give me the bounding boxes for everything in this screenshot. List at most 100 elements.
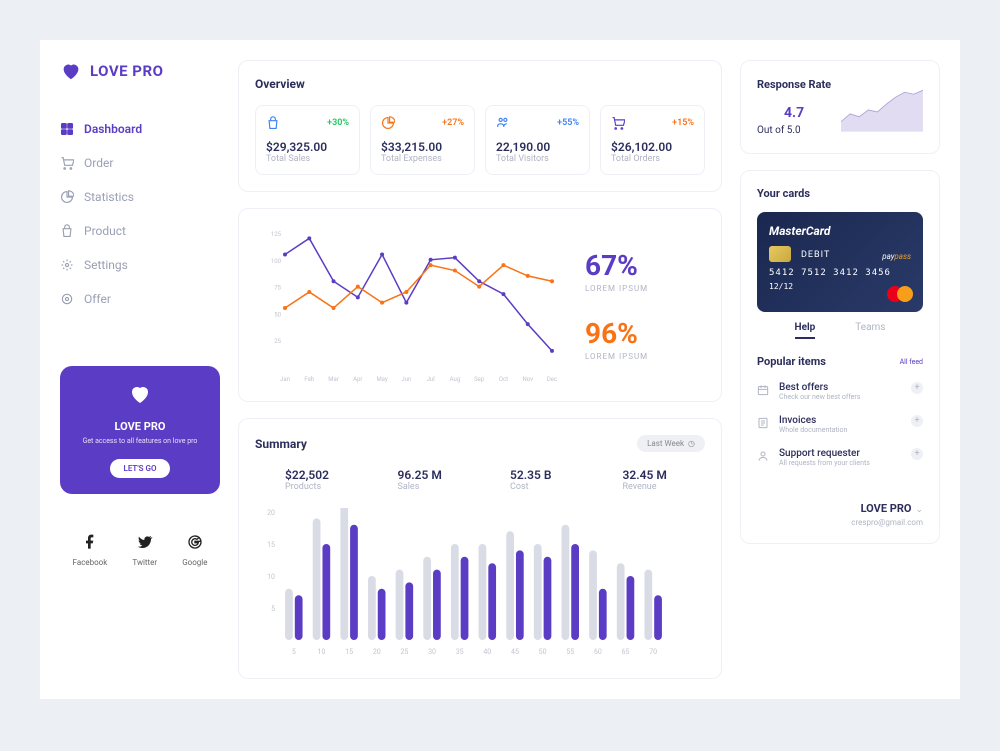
popular-list: Best offersCheck our new best offers+ Inv… [757, 382, 923, 467]
summary-metrics: $22,502Products 96.25 MSales 52.35 BCost 32… [255, 468, 705, 492]
svg-text:Sep: Sep [474, 376, 485, 383]
svg-text:Dec: Dec [547, 376, 557, 383]
heart-icon [60, 60, 82, 82]
svg-text:25: 25 [400, 648, 408, 656]
line-chart: 255075100125JanFebMarAprMayJunJulAugSepO… [255, 225, 565, 385]
cards-panel: Your cards MasterCard DEBIT 5412 7512 34… [740, 170, 940, 544]
summary-title: Summary [255, 437, 307, 451]
heart-icon [128, 382, 152, 406]
dashboard-icon [60, 122, 74, 136]
twitter-icon [137, 534, 153, 550]
item-icon [757, 384, 769, 396]
popular-item[interactable]: Support requesterAll requests from your … [757, 448, 923, 467]
google-icon [187, 534, 203, 550]
social-twitter[interactable]: Twitter [132, 534, 157, 567]
overview-card: Overview +30%$29,325.00Total Sales+27%$3… [238, 60, 722, 192]
nav-item-product[interactable]: Product [60, 224, 220, 238]
response-out: Out of 5.0 [757, 125, 831, 136]
popular-item[interactable]: InvoicesWhole documentation+ [757, 415, 923, 434]
all-feed-link[interactable]: All feed [900, 358, 923, 366]
chevron-down-icon: ⌄ [915, 505, 923, 515]
svg-text:35: 35 [456, 648, 464, 656]
logo[interactable]: LOVE PRO [60, 60, 220, 82]
cc-number: 5412 7512 3412 3456 [769, 268, 911, 278]
period-selector[interactable]: Last Week ◷ [637, 435, 705, 452]
bag-icon [60, 224, 74, 238]
nav-item-offer[interactable]: Offer [60, 292, 220, 306]
svg-text:10: 10 [318, 648, 326, 656]
promo-title: LOVE PRO [76, 420, 204, 433]
item-icon [757, 417, 769, 429]
svg-text:55: 55 [566, 648, 574, 656]
right-panel: Response Rate 4.7 Out of 5.0 Your cards … [740, 60, 940, 679]
svg-text:May: May [376, 376, 387, 383]
popular-item[interactable]: Best offersCheck our new best offers+ [757, 382, 923, 401]
nav-item-settings[interactable]: Settings [60, 258, 220, 272]
nav-item-statistics[interactable]: Statistics [60, 190, 220, 204]
credit-card[interactable]: MasterCard DEBIT 5412 7512 3412 3456 12/… [757, 212, 923, 312]
plus-icon[interactable]: + [911, 415, 923, 427]
tab-teams[interactable]: Teams [855, 322, 885, 339]
response-card: Response Rate 4.7 Out of 5.0 [740, 60, 940, 154]
svg-text:Aug: Aug [450, 376, 461, 383]
svg-text:Mar: Mar [328, 376, 339, 383]
paypass-label: paypass [882, 252, 911, 261]
target-icon [60, 292, 74, 306]
pie-icon [60, 190, 74, 204]
kpi-total-sales: +30%$29,325.00Total Sales [255, 105, 360, 175]
profile[interactable]: LOVE PRO ⌄ crespro@gmail.com [757, 497, 923, 527]
svg-text:65: 65 [622, 648, 630, 656]
sidebar: LOVE PRO Dashboard Order Statistics Product… [60, 60, 220, 679]
svg-text:10: 10 [267, 573, 275, 581]
facebook-icon [82, 534, 98, 550]
plus-icon[interactable]: + [911, 382, 923, 394]
trend-card: 255075100125JanFebMarAprMayJunJulAugSepO… [238, 208, 722, 402]
svg-text:Oct: Oct [499, 376, 508, 383]
promo-subtitle: Get access to all features on love pro [76, 437, 204, 446]
plus-icon[interactable]: + [911, 448, 923, 460]
logo-text: LOVE PRO [90, 62, 163, 80]
kpi-icon [381, 116, 395, 130]
social-google[interactable]: Google [182, 534, 207, 567]
tab-help[interactable]: Help [795, 322, 816, 339]
kpi-total-orders: +15%$26,102.00Total Orders [600, 105, 705, 175]
popular-title: Popular items [757, 355, 826, 368]
svg-text:20: 20 [267, 509, 275, 517]
svg-text:Jan: Jan [280, 376, 290, 383]
svg-text:20: 20 [373, 648, 381, 656]
svg-text:60: 60 [594, 648, 602, 656]
kpi-icon [611, 116, 625, 130]
svg-text:125: 125 [271, 231, 282, 238]
nav-item-order[interactable]: Order [60, 156, 220, 170]
kpi-row: +30%$29,325.00Total Sales+27%$33,215.00T… [255, 105, 705, 175]
tabs: Help Teams [757, 322, 923, 339]
area-chart [841, 77, 923, 137]
kpi-total-expenses: +27%$33,215.00Total Expenses [370, 105, 475, 175]
svg-text:Jul: Jul [427, 376, 435, 383]
social-links: Facebook Twitter Google [60, 534, 220, 567]
svg-text:15: 15 [267, 541, 275, 549]
app-root: LOVE PRO Dashboard Order Statistics Product… [40, 40, 960, 699]
svg-text:50: 50 [539, 648, 547, 656]
clock-icon: ◷ [688, 439, 695, 448]
chart-stats: 67% LOREM IPSUM 96% LOREM IPSUM [585, 225, 705, 385]
kpi-total-visitors: +55%22,190.00Total Visitors [485, 105, 590, 175]
nav-item-dashboard[interactable]: Dashboard [60, 122, 220, 136]
cart-icon [60, 156, 74, 170]
metric-products: $22,502Products [285, 468, 368, 492]
kpi-icon [496, 116, 510, 130]
social-facebook[interactable]: Facebook [73, 534, 108, 567]
svg-text:15: 15 [345, 648, 353, 656]
overview-title: Overview [255, 77, 705, 91]
svg-text:75: 75 [274, 285, 281, 292]
response-score: 4.7 [757, 105, 831, 121]
svg-text:40: 40 [483, 648, 491, 656]
metric-revenue: 32.45 MRevenue [623, 468, 706, 492]
svg-text:Apr: Apr [353, 376, 362, 383]
metric-cost: 52.35 BCost [510, 468, 593, 492]
promo-button[interactable]: LET'S GO [110, 459, 171, 478]
bar-chart: 5101520510152025303540455055606570 [255, 508, 675, 658]
svg-text:45: 45 [511, 648, 519, 656]
metric-sales: 96.25 MSales [398, 468, 481, 492]
kpi-icon [266, 116, 280, 130]
